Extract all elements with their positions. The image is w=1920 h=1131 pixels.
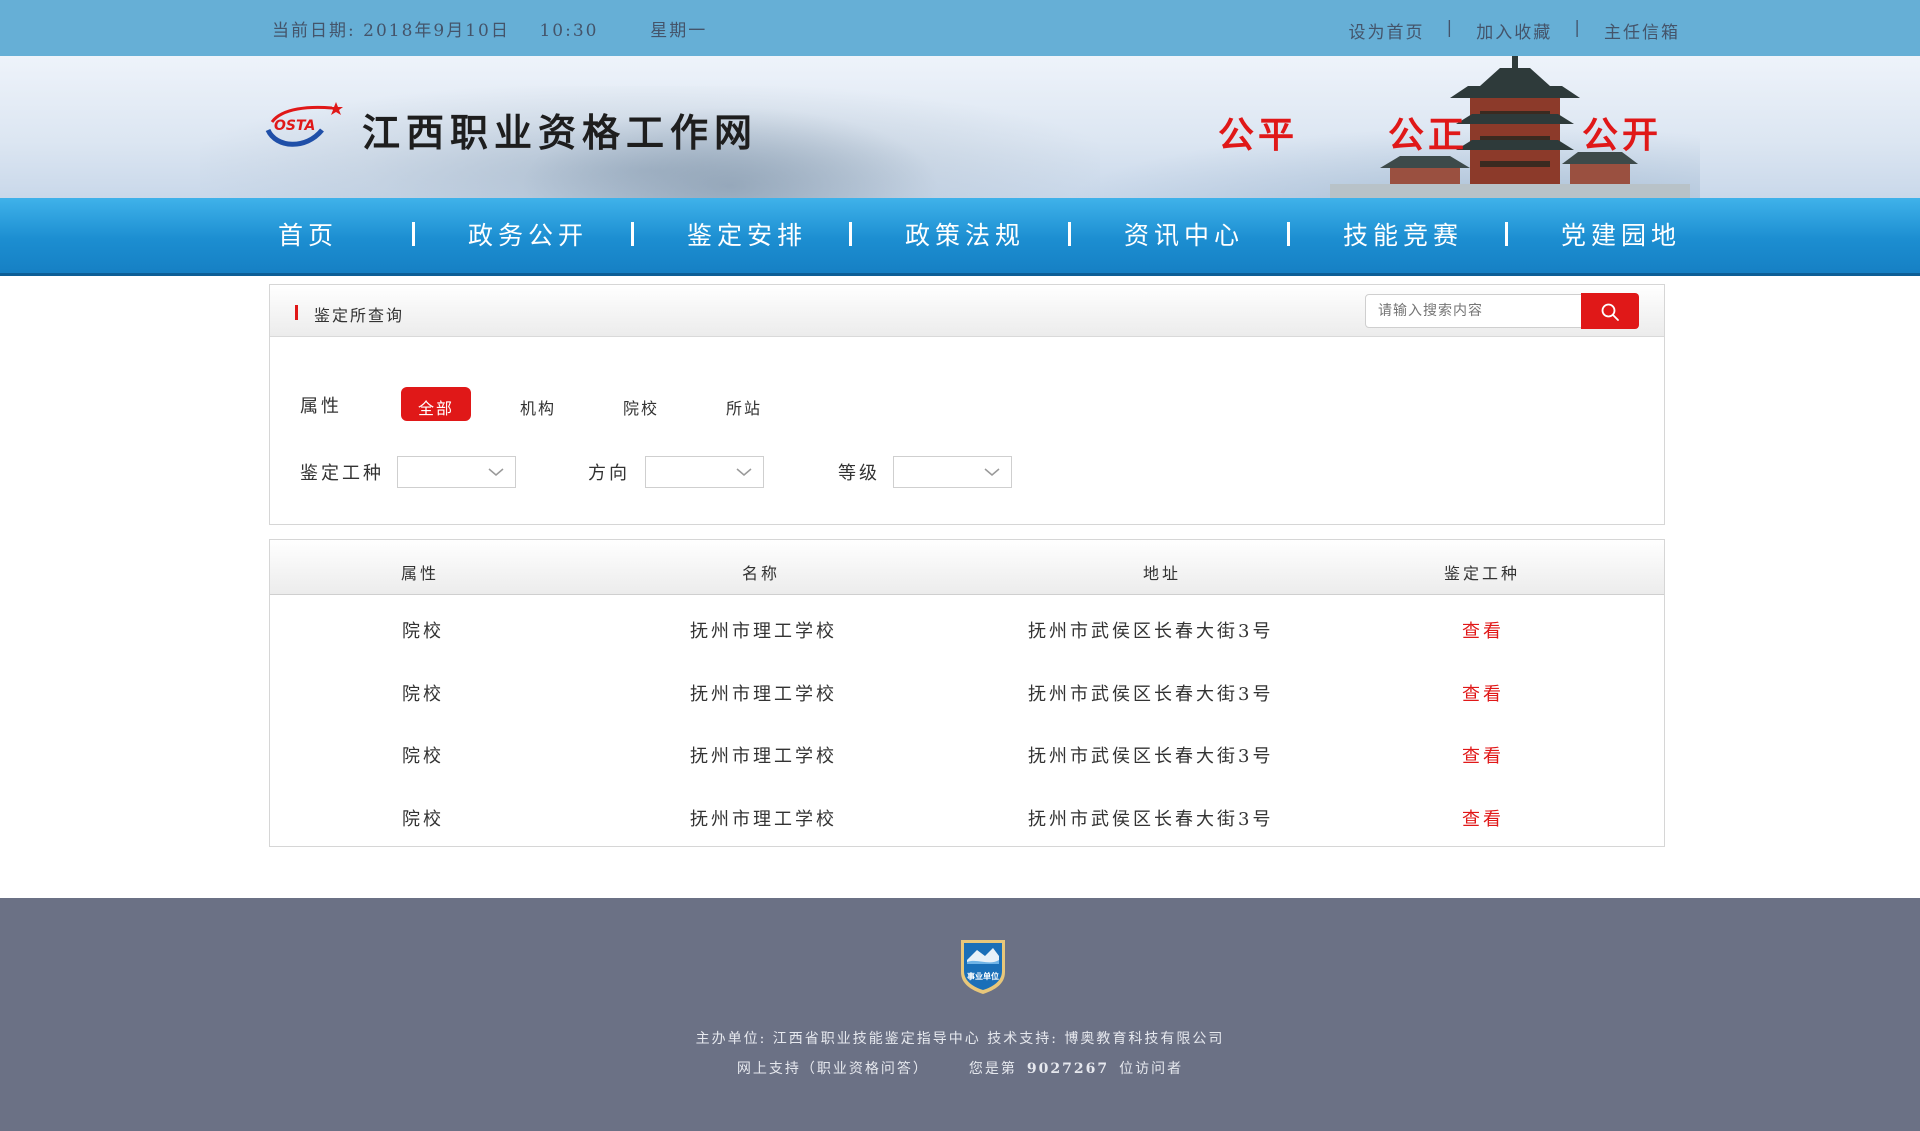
separator: | — [1574, 18, 1582, 38]
query-title: 鉴定所查询 — [314, 306, 405, 325]
header-name: 名称 — [742, 564, 781, 583]
footer: 事业单位 主办单位: 江西省职业技能鉴定指导中心 技术支持: 博奥教育科技有限公… — [0, 898, 1920, 1131]
cell-attr: 院校 — [402, 684, 444, 705]
cell-name: 抚州市理工学校 — [690, 621, 837, 642]
header-attr: 属性 — [401, 564, 440, 583]
view-link[interactable]: 查看 — [1462, 805, 1504, 831]
visitor-prefix: 您是第 — [968, 1061, 1017, 1077]
slogan-open: 公开 — [1582, 115, 1663, 156]
view-link[interactable]: 查看 — [1462, 680, 1504, 706]
filter-station-chip[interactable]: 所站 — [711, 387, 777, 421]
cell-attr: 院校 — [402, 621, 444, 642]
nav-skills-competition[interactable]: 技能竞赛 — [1343, 216, 1463, 252]
query-panel: 鉴定所查询 属性 全部 机构 院校 所站 鉴定工种 方向 等级 — [269, 284, 1665, 525]
add-favorite-link[interactable]: 加入收藏 — [1476, 18, 1552, 43]
filter-school-chip[interactable]: 院校 — [608, 387, 674, 421]
job-type-select[interactable] — [397, 456, 516, 488]
separator: | — [1446, 18, 1455, 38]
nav-government-affairs[interactable]: 政务公开 — [468, 216, 588, 252]
slogan-just: 公正 — [1388, 115, 1469, 156]
level-select[interactable] — [893, 456, 1012, 488]
visitor-suffix: 位访问者 — [1119, 1061, 1184, 1077]
nav-news-center[interactable]: 资讯中心 — [1124, 216, 1244, 252]
table-row: 院校 抚州市理工学校 抚州市武侯区长春大街3号 查看 — [270, 783, 1664, 845]
filter-all-chip[interactable]: 全部 — [401, 387, 471, 421]
search-input[interactable] — [1365, 294, 1583, 328]
chevron-down-icon — [736, 468, 752, 476]
cell-name: 抚州市理工学校 — [690, 684, 837, 705]
slogan-fair: 公平 — [1218, 115, 1299, 156]
nav-policies[interactable]: 政策法规 — [905, 216, 1025, 252]
main-nav: 首页 政务公开 鉴定安排 政策法规 资讯中心 技能竞赛 党建园地 — [0, 198, 1920, 276]
public-institution-badge-icon[interactable]: 事业单位 — [957, 936, 1009, 996]
header-banner: OSTA 江西职业资格工作网 公平 公正 公开 — [0, 56, 1920, 198]
top-bar: 当前日期: 2018年9月10日 10:30 星期一 设为首页 | 加入收藏 |… — [0, 0, 1920, 56]
nav-divider — [412, 222, 415, 246]
results-table: 属性 名称 地址 鉴定工种 院校 抚州市理工学校 抚州市武侯区长春大街3号 查看… — [269, 539, 1665, 847]
footer-support-line: 网上支持（职业资格问答） 您是第 9027267 位访问者 — [0, 1058, 1920, 1078]
search-icon — [1601, 303, 1619, 321]
view-link[interactable]: 查看 — [1462, 742, 1504, 768]
level-label: 等级 — [838, 463, 880, 484]
title-marker — [295, 305, 298, 320]
table-row: 院校 抚州市理工学校 抚州市武侯区长春大街3号 查看 — [270, 595, 1664, 657]
footer-sponsor-line: 主办单位: 江西省职业技能鉴定指导中心 技术支持: 博奥教育科技有限公司 — [695, 1031, 1225, 1047]
attr-label: 属性 — [300, 396, 342, 417]
osta-logo[interactable]: OSTA — [262, 100, 344, 150]
header-job-type: 鉴定工种 — [1444, 564, 1521, 583]
online-support-link[interactable]: 网上支持（职业资格问答） — [737, 1061, 929, 1077]
nav-divider — [631, 222, 634, 246]
query-panel-header: 鉴定所查询 — [270, 285, 1664, 337]
table-row: 院校 抚州市理工学校 抚州市武侯区长春大街3号 查看 — [270, 720, 1664, 782]
nav-divider — [849, 222, 852, 246]
header-address: 地址 — [1143, 564, 1182, 583]
nav-divider — [1287, 222, 1290, 246]
nav-party-building[interactable]: 党建园地 — [1561, 216, 1681, 252]
direction-select[interactable] — [645, 456, 764, 488]
table-header: 属性 名称 地址 鉴定工种 — [270, 540, 1664, 595]
job-type-label: 鉴定工种 — [300, 463, 384, 484]
director-mailbox-link[interactable]: 主任信箱 — [1604, 18, 1680, 43]
current-date: 当前日期: 2018年9月10日 10:30 星期一 — [272, 21, 708, 41]
nav-divider — [1068, 222, 1071, 246]
filter-institution-chip[interactable]: 机构 — [505, 387, 571, 421]
site-title[interactable]: 江西职业资格工作网 — [362, 102, 758, 157]
cell-address: 抚州市武侯区长春大街3号 — [1028, 684, 1274, 705]
cell-address: 抚州市武侯区长春大街3号 — [1028, 809, 1274, 830]
cell-address: 抚州市武侯区长春大街3号 — [1028, 621, 1274, 642]
cell-name: 抚州市理工学校 — [690, 809, 837, 830]
nav-divider — [1505, 222, 1508, 246]
view-link[interactable]: 查看 — [1462, 617, 1504, 643]
top-links: 设为首页 | 加入收藏 | 主任信箱 — [1349, 18, 1680, 43]
chevron-down-icon — [488, 468, 504, 476]
set-homepage-link[interactable]: 设为首页 — [1349, 18, 1425, 43]
direction-label: 方向 — [588, 463, 630, 484]
logo-text: OSTA — [274, 118, 315, 134]
cell-attr: 院校 — [402, 809, 444, 830]
search-button[interactable] — [1581, 293, 1639, 329]
cell-address: 抚州市武侯区长春大街3号 — [1028, 746, 1274, 767]
nav-appraisal-schedule[interactable]: 鉴定安排 — [687, 216, 807, 252]
cell-attr: 院校 — [402, 746, 444, 767]
cell-name: 抚州市理工学校 — [690, 746, 837, 767]
badge-text: 事业单位 — [967, 971, 999, 981]
table-row: 院校 抚州市理工学校 抚州市武侯区长春大街3号 查看 — [270, 658, 1664, 720]
page: 当前日期: 2018年9月10日 10:30 星期一 设为首页 | 加入收藏 |… — [0, 0, 1920, 1131]
chevron-down-icon — [984, 468, 1000, 476]
nav-home[interactable]: 首页 — [278, 216, 338, 252]
visitor-count: 9027267 — [1026, 1061, 1110, 1077]
